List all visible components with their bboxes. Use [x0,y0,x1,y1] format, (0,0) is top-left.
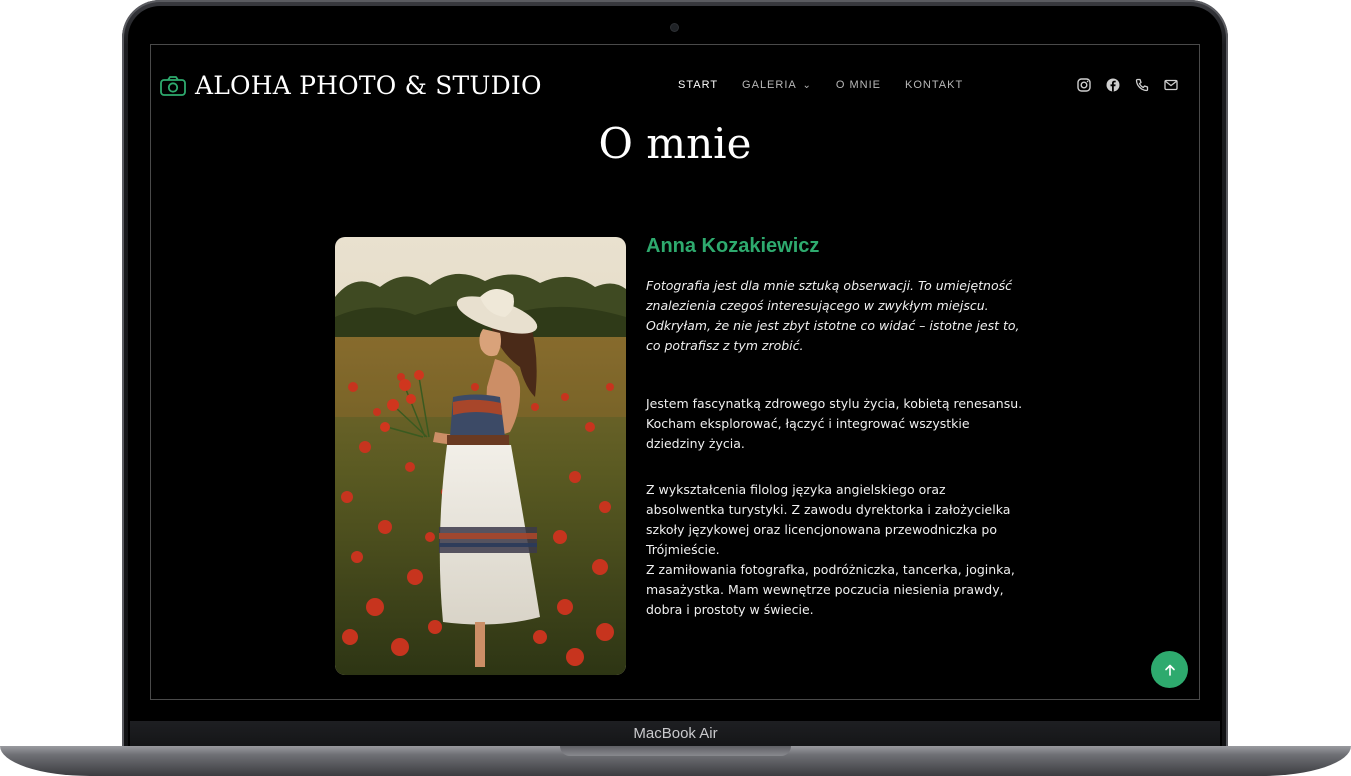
scroll-to-top-button[interactable] [1151,651,1188,688]
about-paragraph-3: Z zamiłowania fotografka, podróżniczka, … [646,562,1015,617]
logo-text: ALOHA PHOTO & STUDIO [195,71,542,100]
portrait-photo [335,237,626,675]
page-title: O mnie [598,119,752,168]
nav-item-start[interactable]: START [678,79,718,91]
webcam [671,24,678,31]
site-logo[interactable]: ALOHA PHOTO & STUDIO [159,71,542,100]
chevron-down-icon: ⌄ [798,80,812,91]
laptop-notch [560,746,791,756]
facebook-icon[interactable] [1105,77,1121,93]
nav-item-o-mnie[interactable]: O MNIE [836,79,881,91]
nav-item-galeria-label: GALERIA [742,79,797,91]
instagram-icon[interactable] [1076,77,1092,93]
camera-icon [160,75,186,96]
mockup-stage: MacBook Air ALOHA PHOTO & STUDIO START G… [0,0,1351,776]
nav-item-galeria[interactable]: GALERIA ⌄ [742,79,812,91]
website-screen: ALOHA PHOTO & STUDIO START GALERIA ⌄ O M… [150,44,1200,700]
social-icons [1076,77,1179,93]
about-content: Anna Kozakiewicz Fotografia jest dla mni… [646,235,1026,620]
device-label: MacBook Air [633,725,718,742]
about-paragraph-2: Z wykształcenia filolog języka angielski… [646,482,1011,557]
author-name: Anna Kozakiewicz [646,235,820,257]
arrow-up-icon [1164,664,1175,676]
main-nav: START GALERIA ⌄ O MNIE KONTAKT [678,79,963,91]
nav-item-kontakt[interactable]: KONTAKT [905,79,963,91]
phone-icon[interactable] [1134,77,1150,93]
about-paragraph-1: Jestem fascynatką zdrowego stylu życia, … [646,396,1023,451]
mail-icon[interactable] [1163,77,1179,93]
about-quote: Fotografia jest dla mnie sztuką obserwac… [646,278,1020,353]
